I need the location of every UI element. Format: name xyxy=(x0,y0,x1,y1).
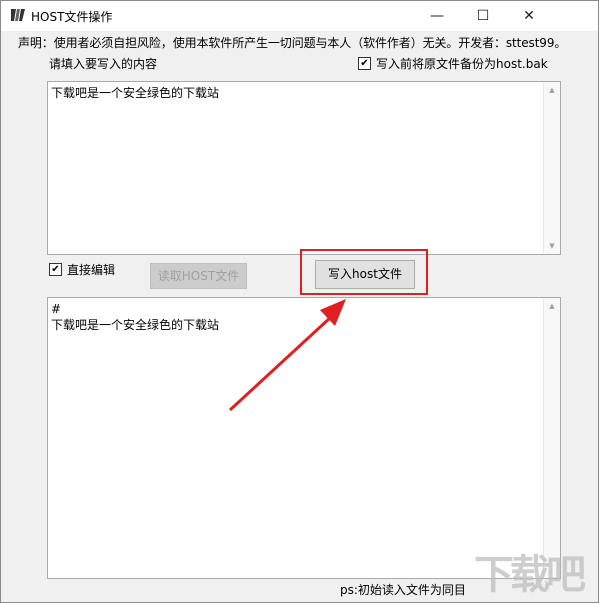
host-file-window: HOST文件操作 — ☐ ✕ 声明：使用者必须自担风险，使用本软件所产生一切问题… xyxy=(0,0,599,603)
annotation-arrow-icon xyxy=(228,299,346,412)
footer-note: ps:初始读入文件为同目 xyxy=(340,583,466,597)
watermark-logo: 下载吧 xyxy=(474,552,586,598)
